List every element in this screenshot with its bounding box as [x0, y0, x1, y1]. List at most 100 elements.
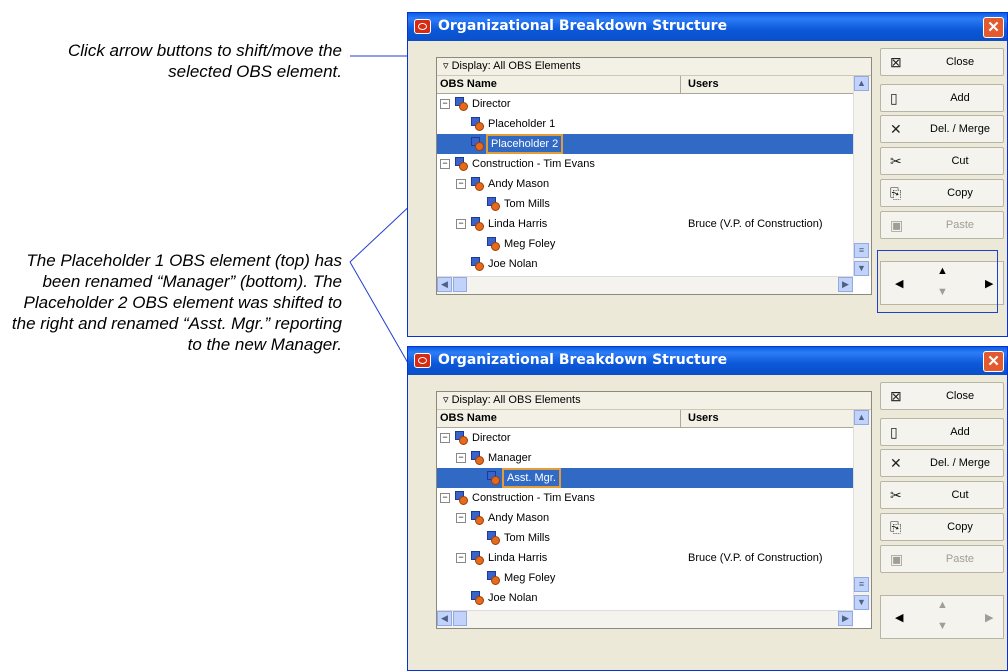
close-button-label: Close [945, 56, 975, 68]
obs-element-icon [455, 157, 468, 171]
tree-row[interactable]: Tom Mills [437, 194, 853, 214]
cut-button[interactable]: ✂ Cut [880, 481, 1004, 509]
move-up-icon[interactable]: ▲ [937, 599, 948, 611]
tree-row[interactable]: − Linda Harris Bruce (V.P. of Construction… [437, 548, 853, 568]
tree-row[interactable]: − Construction - Tim Evans [437, 154, 853, 174]
collapse-icon[interactable]: − [456, 513, 466, 523]
hscroll-thumb[interactable] [453, 611, 467, 626]
column-header: OBS Name Users [437, 410, 853, 428]
move-left-icon[interactable]: ◀ [895, 611, 903, 624]
scroll-thumb[interactable]: ≡ [854, 577, 869, 592]
column-divider[interactable] [680, 76, 681, 93]
scroll-down-icon[interactable]: ▼ [854, 595, 869, 610]
close-window-icon: ⊠ [890, 388, 902, 404]
move-right-icon[interactable]: ▶ [985, 611, 993, 624]
tree-row[interactable]: − Director [437, 428, 853, 448]
obs-name: Joe Nolan [488, 592, 538, 604]
tree-rows: − Director − Manager Asst. Mgr. − Construction… [437, 428, 853, 625]
close-button[interactable]: ⊠ Close [880, 382, 1004, 410]
tree-row[interactable]: − Construction - Tim Evans [437, 488, 853, 508]
paste-icon: ▣ [890, 217, 904, 233]
tree-row[interactable]: Placeholder 2 [437, 134, 853, 154]
paste-icon: ▣ [890, 551, 904, 567]
obs-tree-panel: ▿ Display: All OBS Elements OBS Name Use… [436, 391, 872, 629]
column-obs-name[interactable]: OBS Name [440, 410, 497, 427]
oracle-app-icon [414, 19, 431, 34]
column-users[interactable]: Users [688, 76, 719, 93]
tree-row[interactable]: − Manager [437, 448, 853, 468]
title-bar[interactable]: Organizational Breakdown Structure ✕ [408, 347, 1007, 375]
window-close-icon[interactable]: ✕ [983, 17, 1004, 38]
add-button[interactable]: ▯ Add [880, 84, 1004, 112]
collapse-icon[interactable]: − [456, 453, 466, 463]
obs-element-icon [455, 431, 468, 445]
close-button[interactable]: ⊠ Close [880, 48, 1004, 76]
window-title: Organizational Breakdown Structure [438, 18, 728, 34]
copy-icon: ⎘ [890, 519, 902, 535]
vertical-scrollbar[interactable]: ▲ ≡ ▼ [853, 410, 871, 610]
chevron-down-icon: ▿ [443, 60, 452, 72]
tree-row[interactable]: − Linda Harris Bruce (V.P. of Construction… [437, 214, 853, 234]
obs-name: Meg Foley [504, 238, 556, 250]
column-obs-name[interactable]: OBS Name [440, 76, 497, 93]
copy-button[interactable]: ⎘ Copy [880, 513, 1004, 541]
display-filter[interactable]: ▿ Display: All OBS Elements [437, 392, 871, 410]
tree-row[interactable]: Meg Foley [437, 234, 853, 254]
tree-row[interactable]: − Andy Mason [437, 508, 853, 528]
obs-name: Construction - Tim Evans [472, 158, 595, 170]
collapse-icon[interactable]: − [456, 553, 466, 563]
horizontal-scrollbar[interactable]: ◀ ▶ [437, 610, 853, 628]
cut-button[interactable]: ✂ Cut [880, 147, 1004, 175]
window-close-icon[interactable]: ✕ [983, 351, 1004, 372]
scroll-thumb[interactable]: ≡ [854, 243, 869, 258]
paste-button[interactable]: ▣ Paste [880, 211, 1004, 239]
move-arrows: ◀ ▲ ▼ ▶ [880, 595, 1004, 639]
obs-name: Construction - Tim Evans [472, 492, 595, 504]
tree-row[interactable]: Placeholder 1 [437, 114, 853, 134]
scissors-icon: ✂ [890, 153, 902, 169]
scroll-left-icon[interactable]: ◀ [437, 611, 452, 626]
copy-button[interactable]: ⎘ Copy [880, 179, 1004, 207]
tree-row[interactable]: Joe Nolan [437, 588, 853, 608]
collapse-icon[interactable]: − [440, 99, 450, 109]
obs-name: Andy Mason [488, 512, 550, 524]
tree-row[interactable]: Joe Nolan [437, 254, 853, 274]
column-divider[interactable] [680, 410, 681, 427]
scroll-right-icon[interactable]: ▶ [838, 611, 853, 626]
delete-merge-button[interactable]: ✕ Del. / Merge [880, 449, 1004, 477]
tree-row[interactable]: − Andy Mason [437, 174, 853, 194]
tree-row[interactable]: Asst. Mgr. [437, 468, 853, 488]
collapse-icon[interactable]: − [456, 179, 466, 189]
hscroll-thumb[interactable] [453, 277, 467, 292]
callout-arrow-buttons: Click arrow buttons to shift/move the se… [67, 41, 342, 81]
obs-name: Tom Mills [504, 532, 550, 544]
obs-element-icon [471, 451, 484, 465]
close-button-label: Close [945, 390, 975, 402]
scroll-down-icon[interactable]: ▼ [854, 261, 869, 276]
delete-merge-button[interactable]: ✕ Del. / Merge [880, 115, 1004, 143]
paste-button-label: Paste [945, 219, 975, 231]
scroll-left-icon[interactable]: ◀ [437, 277, 452, 292]
collapse-icon[interactable]: − [456, 219, 466, 229]
add-button[interactable]: ▯ Add [880, 418, 1004, 446]
vertical-scrollbar[interactable]: ▲ ≡ ▼ [853, 76, 871, 276]
tree-row[interactable]: Meg Foley [437, 568, 853, 588]
obs-element-icon [471, 137, 484, 151]
column-users[interactable]: Users [688, 410, 719, 427]
scroll-up-icon[interactable]: ▲ [854, 410, 869, 425]
move-down-icon[interactable]: ▼ [937, 620, 948, 632]
display-filter[interactable]: ▿ Display: All OBS Elements [437, 58, 871, 76]
tree-row[interactable]: Tom Mills [437, 528, 853, 548]
scroll-right-icon[interactable]: ▶ [838, 277, 853, 292]
collapse-icon[interactable]: − [440, 493, 450, 503]
tree-row[interactable]: − Director [437, 94, 853, 114]
obs-name: Linda Harris [488, 218, 548, 230]
collapse-icon[interactable]: − [440, 433, 450, 443]
display-filter-label: Display: All OBS Elements [451, 394, 581, 406]
title-bar[interactable]: Organizational Breakdown Structure ✕ [408, 13, 1007, 41]
scroll-up-icon[interactable]: ▲ [854, 76, 869, 91]
paste-button[interactable]: ▣ Paste [880, 545, 1004, 573]
horizontal-scrollbar[interactable]: ◀ ▶ [437, 276, 853, 294]
collapse-icon[interactable]: − [440, 159, 450, 169]
obs-name: Meg Foley [504, 572, 556, 584]
